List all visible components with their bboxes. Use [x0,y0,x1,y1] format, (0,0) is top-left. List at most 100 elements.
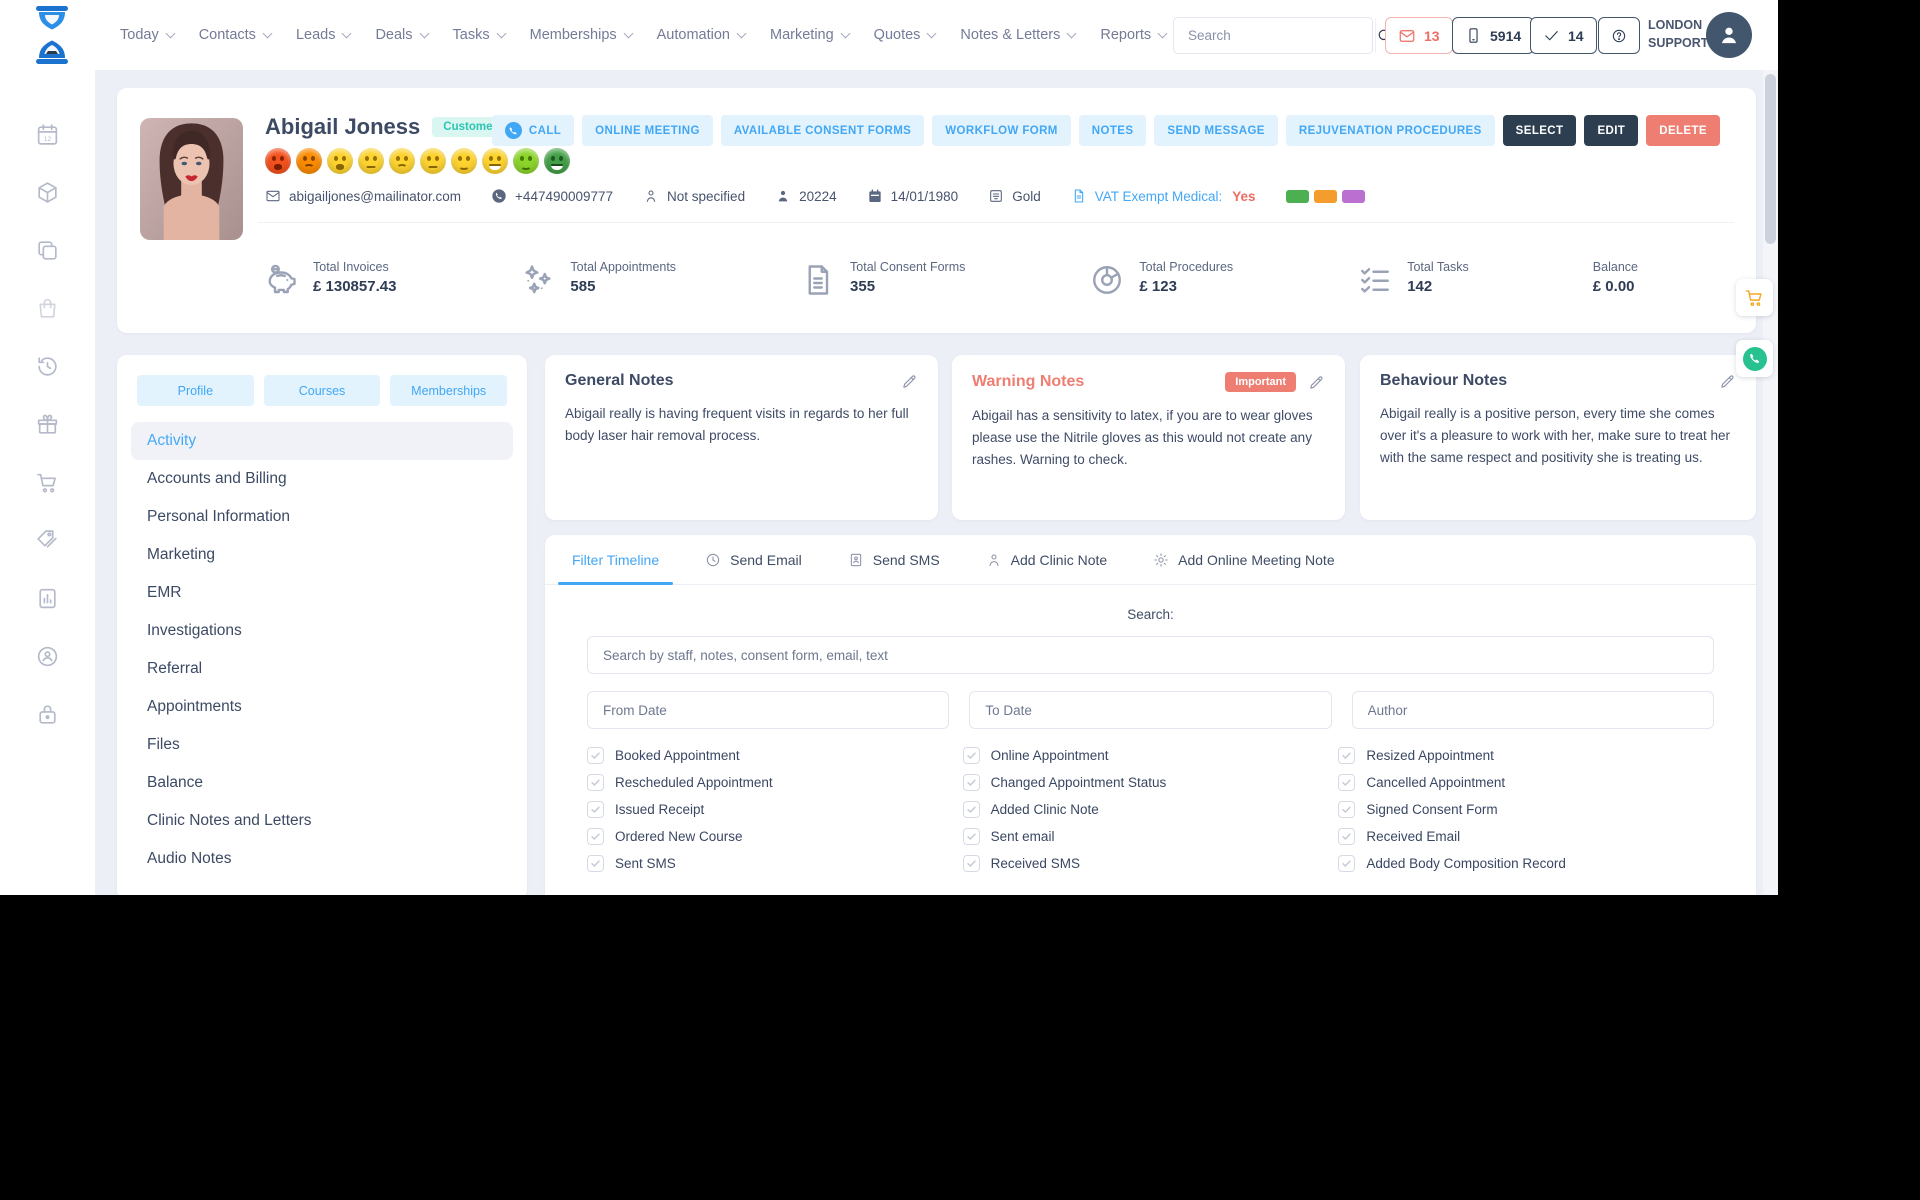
filter-checkbox-item[interactable]: Changed Appointment Status [962,774,1339,791]
from-date-input[interactable] [587,691,950,729]
shopping-bag-icon[interactable] [35,296,60,321]
lock-icon[interactable] [35,702,60,727]
filter-checkbox-item[interactable]: Ordered New Course [587,828,963,845]
history-icon[interactable] [35,354,60,379]
panel-tab[interactable]: Memberships [390,375,508,406]
filter-checkbox-item[interactable]: Cancelled Appointment [1338,774,1714,791]
account-sync-icon[interactable] [35,644,60,669]
panel-menu-item[interactable]: Audio Notes [131,840,513,878]
satisfaction-emoji[interactable] [327,148,353,174]
satisfaction-emoji[interactable] [482,148,508,174]
checkbox-checked-icon[interactable] [587,855,604,872]
tab-send-email[interactable]: Send Email [705,535,802,584]
to-date-input[interactable] [969,691,1332,729]
filter-checkbox-item[interactable]: Resized Appointment [1338,747,1714,764]
panel-menu-item[interactable]: Personal Information [131,498,513,536]
page-scrollbar[interactable] [1763,70,1778,895]
checkbox-checked-icon[interactable] [1338,747,1356,764]
gift-icon[interactable] [35,412,60,437]
author-input[interactable] [1351,691,1714,729]
nav-item[interactable]: Deals [375,27,427,43]
panel-menu-item[interactable]: Activity [131,422,513,460]
panel-tab[interactable]: Courses [263,375,381,406]
nav-item[interactable]: Tasks [453,27,505,43]
profile-action-button[interactable]: WORKFLOW FORM [932,115,1071,146]
tab-filter-timeline[interactable]: Filter Timeline [557,535,674,585]
nav-item[interactable]: Automation [657,27,745,43]
duplicate-icon[interactable] [35,238,60,263]
nav-item[interactable]: Contacts [199,27,271,43]
filter-checkbox-item[interactable]: Added Body Composition Record [1338,855,1714,872]
hourglass-logo[interactable] [28,5,76,65]
nav-item[interactable]: Notes & Letters [960,27,1075,43]
checkbox-checked-icon[interactable] [962,828,980,845]
filter-checkbox-item[interactable]: Received SMS [962,855,1339,872]
checkbox-checked-icon[interactable] [587,747,604,764]
tab-add-online-meeting-note[interactable]: Add Online Meeting Note [1153,535,1335,584]
nav-item[interactable]: Quotes [874,27,936,43]
delete-button[interactable]: DELETE [1646,115,1720,146]
tab-send-sms[interactable]: Send SMS [848,535,940,584]
satisfaction-emoji[interactable] [544,148,570,174]
label-pill[interactable] [1285,189,1309,203]
filter-checkbox-item[interactable]: Rescheduled Appointment [587,774,963,791]
filter-checkbox-item[interactable]: Added Clinic Note [962,801,1339,818]
panel-menu-item[interactable]: Referral [131,650,513,688]
checkbox-checked-icon[interactable] [1338,801,1356,818]
nav-item[interactable]: Reports [1100,27,1166,43]
quick-call-button[interactable] [1736,340,1773,377]
profile-action-button[interactable]: AVAILABLE CONSENT FORMS [720,115,925,146]
filter-checkbox-item[interactable]: Issued Receipt [587,801,963,818]
profile-action-button[interactable]: SEND MESSAGE [1154,115,1278,146]
panel-menu-item[interactable]: Appointments [131,688,513,726]
profile-action-button[interactable]: NOTES [1078,115,1147,146]
filter-checkbox-item[interactable]: Signed Consent Form [1338,801,1714,818]
tab-add-clinic-note[interactable]: Add Clinic Note [986,535,1107,584]
scrollbar-thumb[interactable] [1765,74,1776,244]
search-input[interactable] [1174,28,1375,43]
filter-checkbox-item[interactable]: Sent email [962,828,1339,845]
checkbox-checked-icon[interactable] [1338,855,1356,872]
edit-pencil-icon[interactable] [1719,373,1736,390]
cart-icon[interactable] [35,470,60,495]
tags-icon[interactable] [35,528,60,553]
panel-menu-item[interactable]: Accounts and Billing [131,460,513,498]
edit-button[interactable]: EDIT [1584,115,1639,146]
panel-menu-item[interactable]: EMR [131,574,513,612]
filter-checkbox-item[interactable]: Booked Appointment [587,747,963,764]
panel-menu-item[interactable]: Files [131,726,513,764]
checkbox-checked-icon[interactable] [962,774,980,791]
account-label[interactable]: LONDON SUPPORT [1648,16,1708,52]
nav-item[interactable]: Leads [296,27,351,43]
calls-badge[interactable]: 5914 [1452,17,1535,54]
nav-item[interactable]: Memberships [530,27,632,43]
checkbox-checked-icon[interactable] [962,747,980,764]
tasks-badge[interactable]: 14 [1530,17,1597,54]
filter-checkbox-item[interactable]: Sent SMS [587,855,963,872]
client-email[interactable]: abigailjones@mailinator.com [265,188,461,204]
panel-menu-item[interactable]: Marketing [131,536,513,574]
call-button[interactable]: CALL [491,115,575,146]
profile-action-button[interactable]: ONLINE MEETING [582,115,713,146]
checkbox-checked-icon[interactable] [587,801,604,818]
calendar-icon[interactable]: 12 [35,122,60,147]
checkbox-checked-icon[interactable] [1338,828,1356,845]
nav-item[interactable]: Marketing [770,27,849,43]
edit-pencil-icon[interactable] [1308,374,1325,391]
checkbox-checked-icon[interactable] [587,828,604,845]
help-button[interactable] [1598,17,1640,54]
checkbox-checked-icon[interactable] [587,774,604,791]
satisfaction-emoji[interactable] [513,148,539,174]
profile-action-button[interactable]: REJUVENATION PROCEDURES [1285,115,1495,146]
filter-checkbox-item[interactable]: Received Email [1338,828,1714,845]
checkbox-checked-icon[interactable] [962,855,980,872]
satisfaction-emoji[interactable] [358,148,384,174]
checkbox-checked-icon[interactable] [962,801,980,818]
filter-checkbox-item[interactable]: Online Appointment [962,747,1339,764]
satisfaction-emoji[interactable] [451,148,477,174]
client-phone[interactable]: +447490009777 [491,188,613,204]
label-pill[interactable] [1313,189,1337,203]
label-pill[interactable] [1341,189,1365,203]
report-chart-icon[interactable] [35,586,60,611]
nav-item[interactable]: Today [120,27,174,43]
